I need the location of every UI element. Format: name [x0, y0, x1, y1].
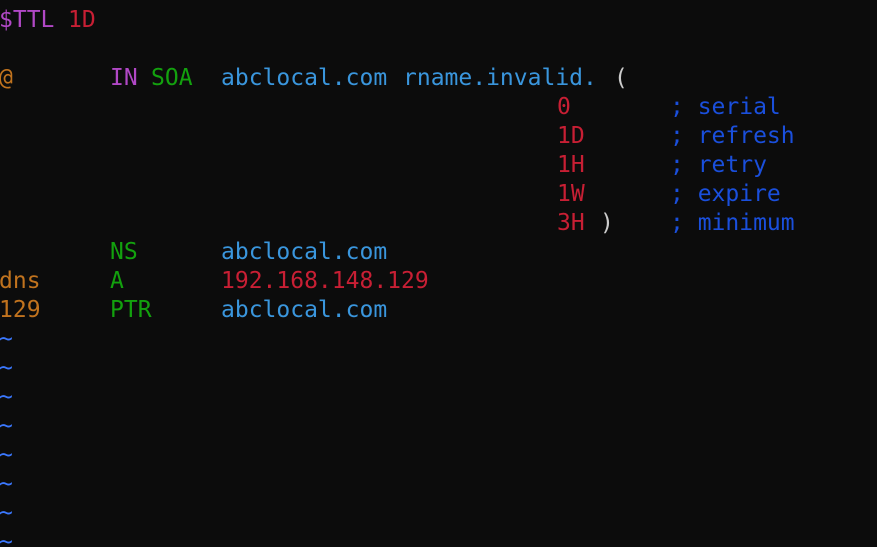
- record-line: dns A 192.168.148.129: [0, 267, 877, 296]
- tilde-marker: ~: [0, 413, 13, 439]
- tilde-marker: ~: [0, 529, 13, 547]
- record-data: 192.168.148.129: [221, 268, 429, 294]
- tilde-marker: ~: [0, 500, 13, 526]
- ttl-value: 1D: [68, 7, 96, 33]
- vim-editor[interactable]: $TTL 1D @ IN SOA abclocal.com rname.inva…: [0, 6, 877, 547]
- soa-field-value: 1W: [557, 181, 585, 207]
- soa-field-comment: ; minimum: [670, 210, 795, 236]
- empty-buffer-line: ~: [0, 325, 877, 354]
- soa-owner: @: [0, 65, 13, 91]
- soa-mname: abclocal.com: [221, 65, 388, 91]
- empty-buffer-line: ~: [0, 383, 877, 412]
- record-line: NS abclocal.com: [0, 238, 877, 267]
- soa-field-line: 3H ) ; minimum: [0, 209, 877, 238]
- soa-field-value: 1H: [557, 152, 585, 178]
- record-data: abclocal.com: [221, 297, 388, 323]
- soa-field-comment: ; expire: [670, 181, 781, 207]
- soa-field-value: 3H: [557, 210, 585, 236]
- empty-buffer-line: ~: [0, 412, 877, 441]
- tilde-marker: ~: [0, 384, 13, 410]
- empty-buffer-line: ~: [0, 354, 877, 383]
- tilde-marker: ~: [0, 471, 13, 497]
- soa-field-comment: ; serial: [670, 94, 781, 120]
- record-type: A: [110, 268, 124, 294]
- record-type: PTR: [110, 297, 152, 323]
- soa-field-comment: ; retry: [670, 152, 767, 178]
- empty-buffer-line: ~: [0, 499, 877, 528]
- soa-rname: rname.invalid.: [403, 65, 597, 91]
- soa-type: SOA: [151, 65, 193, 91]
- soa-field-value: 1D: [557, 123, 585, 149]
- record-line: 129 PTR abclocal.com: [0, 296, 877, 325]
- soa-field-line: 1W ; expire: [0, 180, 877, 209]
- tilde-marker: ~: [0, 442, 13, 468]
- soa-field-line: 0 ; serial: [0, 93, 877, 122]
- ttl-line: $TTL 1D: [0, 6, 877, 35]
- soa-close-paren: ): [600, 210, 614, 236]
- empty-buffer-line: ~: [0, 470, 877, 499]
- soa-field-value: 0: [557, 94, 571, 120]
- record-data: abclocal.com: [221, 239, 388, 265]
- tilde-marker: ~: [0, 355, 13, 381]
- empty-buffer-line: ~: [0, 441, 877, 470]
- soa-field-line: 1D ; refresh: [0, 122, 877, 151]
- record-owner: 129: [0, 297, 41, 323]
- soa-class: IN: [110, 65, 138, 91]
- ttl-directive: $TTL: [0, 7, 55, 33]
- tilde-marker: ~: [0, 326, 13, 352]
- record-owner: dns: [0, 268, 41, 294]
- soa-line: @ IN SOA abclocal.com rname.invalid. (: [0, 64, 877, 93]
- soa-open-paren: (: [614, 65, 628, 91]
- soa-field-line: 1H ; retry: [0, 151, 877, 180]
- record-type: NS: [110, 239, 138, 265]
- empty-buffer-line: ~: [0, 528, 877, 547]
- soa-field-comment: ; refresh: [670, 123, 795, 149]
